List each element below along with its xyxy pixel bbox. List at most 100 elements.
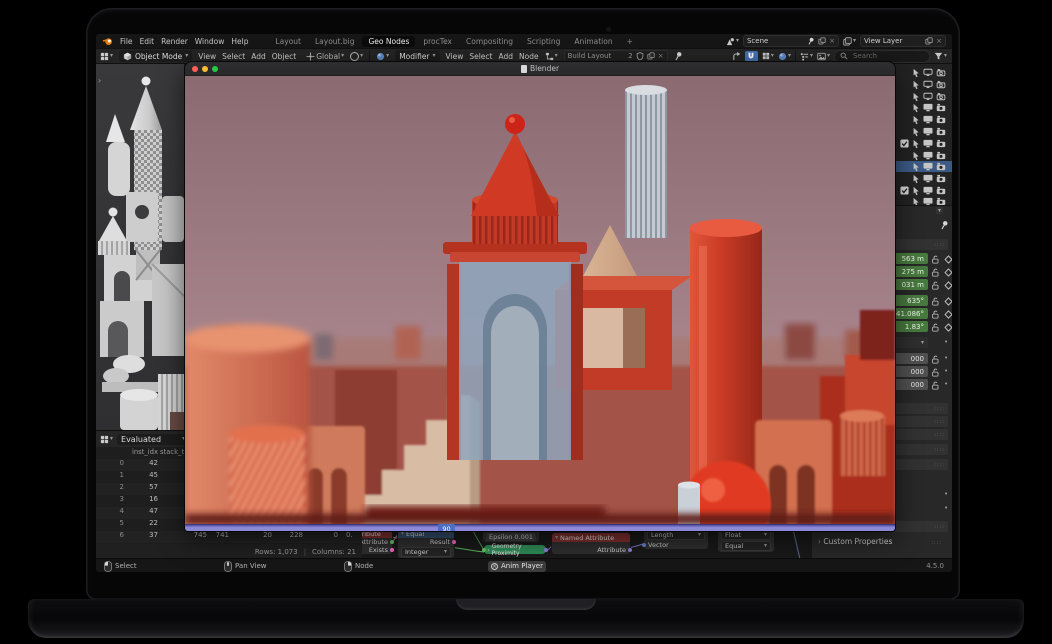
lock-icon[interactable]	[931, 268, 940, 279]
outliner-display-mode-dropdown[interactable]: ▾	[800, 52, 813, 61]
custom-properties-header[interactable]: › Custom Properties	[818, 537, 892, 546]
fake-user-shield-icon[interactable]	[636, 52, 644, 60]
mode-dropdown[interactable]: Object Mode▾	[119, 50, 192, 62]
lock-icon[interactable]	[931, 368, 940, 379]
remove-view-layer-icon[interactable]: ×	[936, 37, 942, 45]
search-input[interactable]	[851, 51, 921, 61]
vp-menu-add[interactable]: Add	[251, 52, 266, 61]
animate-dot[interactable]: •	[944, 355, 948, 362]
ne-menu-node[interactable]: Node	[519, 52, 539, 61]
viewport-editor-type-icon[interactable]: ▾	[100, 52, 113, 61]
pin-icon[interactable]	[807, 37, 815, 46]
snap-target-dropdown[interactable]: ▾	[762, 52, 774, 60]
properties-context-dropdown[interactable]: ▾	[936, 207, 943, 214]
menu-render[interactable]: Render	[161, 37, 188, 46]
tab-geo-nodes[interactable]: Geo Nodes	[362, 36, 415, 47]
sidebar-toggle-arrow[interactable]: ›	[98, 76, 101, 85]
node-named-attribute[interactable]: ▾Named Attribute Attribute	[552, 533, 630, 554]
animate-dot[interactable]: •	[944, 339, 948, 346]
unlink-scene-icon[interactable]: ×	[829, 37, 835, 45]
vp-menu-select[interactable]: Select	[222, 52, 245, 61]
node-editor-type-icon[interactable]: ▾	[376, 52, 389, 61]
new-view-layer-icon[interactable]	[925, 37, 933, 45]
animate-dot[interactable]: •	[944, 368, 948, 375]
data-type-dropdown[interactable]: Integer▾	[401, 547, 451, 557]
copy-icon[interactable]	[647, 52, 655, 60]
outliner-filter-image-dropdown[interactable]: ▾	[817, 52, 830, 61]
pin-node-tree-icon[interactable]	[674, 51, 683, 62]
proportional-edit-dropdown[interactable]: ▾	[778, 52, 791, 61]
menu-edit[interactable]: Edit	[140, 37, 155, 46]
node-named-attribute-left[interactable]: tribute Attribute Exists	[362, 529, 392, 554]
zoom-traffic-light[interactable]	[212, 66, 218, 72]
menu-help[interactable]: Help	[231, 37, 248, 46]
current-frame-indicator[interactable]: 90	[438, 524, 455, 531]
snap-toggle[interactable]	[745, 51, 758, 62]
ne-menu-view[interactable]: View	[446, 52, 464, 61]
operation-dropdown[interactable]: Equal▾	[721, 541, 771, 551]
anim-progress-bar[interactable]: 90	[185, 524, 895, 531]
view-layer-type-icon[interactable]: ▾	[843, 37, 856, 46]
panel-grip[interactable]: ::::	[931, 540, 942, 546]
lock-icon[interactable]	[931, 355, 940, 366]
operation-dropdown[interactable]: Length▾	[647, 530, 705, 540]
keyframe-diamond-icon[interactable]	[944, 255, 952, 266]
animate-dot[interactable]: •	[944, 505, 948, 512]
scene-type-icon[interactable]: ▾	[726, 37, 739, 46]
users-count[interactable]: 2	[628, 52, 632, 60]
node-editor-mode-dropdown[interactable]: Modifier▾	[395, 50, 439, 62]
orientation-dropdown[interactable]: Global▾	[306, 52, 344, 61]
node-compare-equal[interactable]: ▾Equal Result Integer▾	[398, 529, 454, 558]
tab-animation[interactable]: Animation	[568, 36, 618, 47]
pin-id-icon[interactable]	[940, 220, 949, 231]
keyframe-diamond-icon[interactable]	[944, 297, 952, 308]
pivot-point-dropdown[interactable]: ▾	[350, 52, 363, 61]
tab-compositing[interactable]: Compositing	[460, 36, 519, 47]
vp-menu-view[interactable]: View	[198, 52, 216, 61]
column-inst-idx[interactable]: inst_idx	[124, 448, 158, 458]
data-type-dropdown[interactable]: Float▾	[721, 530, 771, 540]
table-row[interactable]: 637 745741 20228 00.	[96, 531, 362, 543]
render-window-titlebar[interactable]: Blender	[185, 62, 895, 76]
checkbox-icon[interactable]	[900, 139, 909, 148]
menu-file[interactable]: File	[120, 37, 133, 46]
tab-layout-big[interactable]: Layout.big	[309, 36, 361, 47]
filter-dropdown[interactable]: ▾	[934, 52, 947, 61]
lock-icon[interactable]	[931, 255, 940, 266]
tab-add-workspace[interactable]: +	[621, 36, 639, 47]
parent-arrow-icon[interactable]	[732, 52, 741, 61]
animate-dot[interactable]: •	[944, 491, 948, 498]
keyframe-diamond-icon[interactable]	[944, 268, 952, 279]
minimize-traffic-light[interactable]	[202, 66, 208, 72]
epsilon-field[interactable]: Epsilon0.001	[486, 533, 536, 541]
node-tree-icon[interactable]: ▾	[545, 52, 558, 61]
lock-icon[interactable]	[931, 281, 940, 292]
lock-icon[interactable]	[931, 323, 940, 334]
tab-layout[interactable]: Layout	[269, 36, 307, 47]
vp-menu-object[interactable]: Object	[272, 52, 296, 61]
keyframe-diamond-icon[interactable]	[944, 281, 952, 292]
unlink-icon[interactable]: ×	[658, 52, 664, 60]
animate-dot[interactable]: •	[944, 381, 948, 388]
column-stack[interactable]: stack_t	[160, 448, 184, 458]
close-traffic-light[interactable]	[192, 66, 198, 72]
scene-selector[interactable]: Scene ×	[743, 35, 839, 47]
checkbox-icon[interactable]	[900, 186, 909, 195]
lock-icon[interactable]	[931, 297, 940, 308]
node-geometry-proximity[interactable]: ›Geometry Proximity	[484, 545, 546, 554]
outliner-search[interactable]	[834, 50, 930, 63]
viewport-3d-clay[interactable]: ›	[96, 64, 184, 430]
spreadsheet-editor-icon[interactable]: ▾	[100, 435, 113, 444]
lock-icon[interactable]	[931, 381, 940, 392]
view-layer-selector[interactable]: View Layer ×	[860, 35, 946, 47]
lock-icon[interactable]	[931, 310, 940, 321]
anim-player-button[interactable]: × Anim Player	[488, 561, 546, 572]
blender-logo-icon[interactable]	[102, 36, 113, 47]
ne-menu-add[interactable]: Add	[498, 52, 513, 61]
tab-proctex[interactable]: procTex	[417, 36, 458, 47]
ne-menu-select[interactable]: Select	[469, 52, 492, 61]
new-scene-icon[interactable]	[818, 37, 826, 45]
node-tree-name-field[interactable]: Build Layout 2 ×	[564, 50, 668, 62]
menu-window[interactable]: Window	[195, 37, 225, 46]
tab-scripting[interactable]: Scripting	[521, 36, 566, 47]
